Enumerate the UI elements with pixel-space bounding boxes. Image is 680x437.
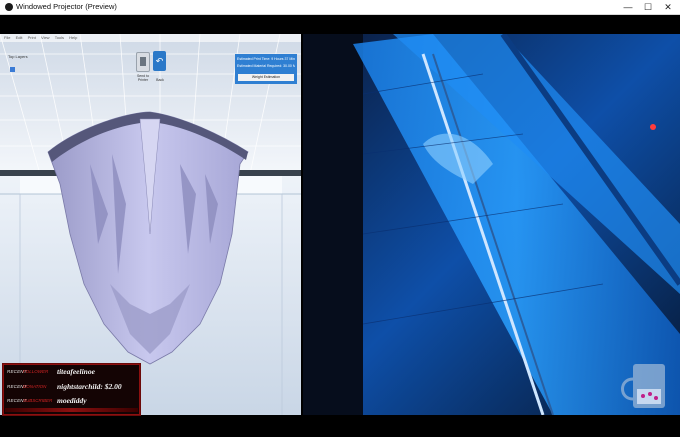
alert-name: titeafeelinoe: [57, 367, 95, 376]
send-to-printer-button[interactable]: [136, 52, 150, 72]
alert-type: DONATION: [23, 384, 47, 389]
camera-image: [303, 34, 680, 415]
recent-subscriber-row: RECENT SUBSCRIBER moediddy: [7, 395, 138, 407]
recent-follower-row: RECENT FOLLOWER titeafeelinoe: [7, 366, 138, 378]
printer-camera-feed: [303, 34, 680, 415]
printer-icon: [140, 57, 146, 66]
menu-help[interactable]: Help: [69, 35, 77, 40]
slicer-preview-pane: File Edit Print View Tools Help Top Laye…: [0, 34, 301, 415]
window-title-bar: Windowed Projector (Preview) — ☐ ✕: [0, 0, 680, 15]
alert-type: SUBSCRIBER: [23, 398, 53, 403]
alert-name: nightstarchild: $2.00: [57, 382, 122, 391]
menu-tools[interactable]: Tools: [55, 35, 64, 40]
slicer-menu-bar: File Edit Print View Tools Help: [0, 34, 301, 42]
menu-edit[interactable]: Edit: [16, 35, 23, 40]
build-plate-scene: [0, 34, 301, 415]
menu-file[interactable]: File: [4, 35, 10, 40]
window-title: Windowed Projector (Preview): [16, 2, 117, 11]
estimated-print-time: Estimated Print Time: 9 Hours 37 Minutes: [237, 57, 295, 61]
layer-toggle[interactable]: [10, 67, 15, 72]
alert-divider: [5, 408, 138, 412]
estimated-material: Estimated Material Required: 30.00 Metre…: [237, 64, 295, 68]
minimize-button[interactable]: —: [618, 0, 638, 14]
maximize-button[interactable]: ☐: [638, 0, 658, 14]
print-estimate-panel: Estimated Print Time: 9 Hours 37 Minutes…: [235, 54, 297, 84]
back-button[interactable]: ↶: [153, 51, 166, 71]
close-button[interactable]: ✕: [658, 0, 678, 14]
alert-name: moediddy: [57, 396, 87, 405]
layer-label: Top Layers: [8, 54, 28, 59]
weight-estimation-button[interactable]: Weight Estimation: [238, 74, 294, 81]
undo-arrow-icon: ↶: [155, 56, 164, 66]
back-label: Back: [156, 78, 164, 82]
obs-app-icon: [5, 3, 13, 11]
stream-alerts-overlay: RECENT FOLLOWER titeafeelinoe RECENT DON…: [2, 363, 141, 416]
alert-type: FOLLOWER: [23, 369, 49, 374]
recent-donation-row: RECENT DONATION nightstarchild: $2.00: [7, 381, 138, 393]
menu-view[interactable]: View: [41, 35, 50, 40]
menu-print[interactable]: Print: [28, 35, 36, 40]
